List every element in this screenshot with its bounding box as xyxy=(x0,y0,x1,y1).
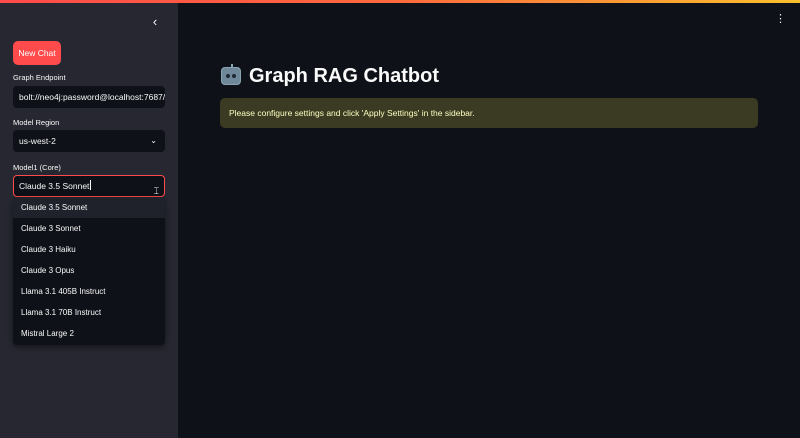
model1-input-value[interactable]: Claude 3.5 Sonnet xyxy=(19,181,89,191)
chevron-left-icon[interactable]: ‹ xyxy=(147,14,163,30)
dropdown-option[interactable]: Claude 3 Haiku xyxy=(13,239,165,260)
text-caret xyxy=(90,180,92,190)
graph-endpoint-input[interactable]: bolt://neo4j:password@localhost:7687/ xyxy=(13,86,165,108)
model1-dropdown-menu: Claude 3.5 Sonnet Claude 3 Sonnet Claude… xyxy=(13,197,165,345)
robot-icon xyxy=(221,64,241,85)
text-cursor-icon: ⌶ xyxy=(153,186,159,196)
settings-warning-alert: Please configure settings and click 'App… xyxy=(220,98,758,128)
model1-select[interactable]: Claude 3.5 Sonnet ⌶ xyxy=(13,175,165,197)
graph-endpoint-label: Graph Endpoint xyxy=(13,73,66,82)
dropdown-option[interactable]: Llama 3.1 70B Instruct xyxy=(13,302,165,323)
dropdown-option[interactable]: Claude 3 Sonnet xyxy=(13,218,165,239)
dropdown-option[interactable]: Llama 3.1 405B Instruct xyxy=(13,281,165,302)
new-chat-button[interactable]: New Chat xyxy=(13,41,61,65)
dropdown-option[interactable]: Claude 3 Opus xyxy=(13,260,165,281)
page-title: Graph RAG Chatbot xyxy=(221,62,439,90)
model-region-value: us-west-2 xyxy=(19,136,56,146)
model1-label: Model1 (Core) xyxy=(13,163,61,172)
dropdown-option[interactable]: Mistral Large 2 xyxy=(13,323,165,344)
model-region-label: Model Region xyxy=(13,118,60,127)
page-title-text: Graph RAG Chatbot xyxy=(249,64,439,87)
vertical-ellipsis-icon[interactable]: ⋮ xyxy=(775,12,786,26)
chevron-down-icon: ⌄ xyxy=(150,136,157,145)
model-region-select[interactable]: us-west-2 ⌄ xyxy=(13,130,165,152)
dropdown-option[interactable]: Claude 3.5 Sonnet xyxy=(13,197,165,218)
